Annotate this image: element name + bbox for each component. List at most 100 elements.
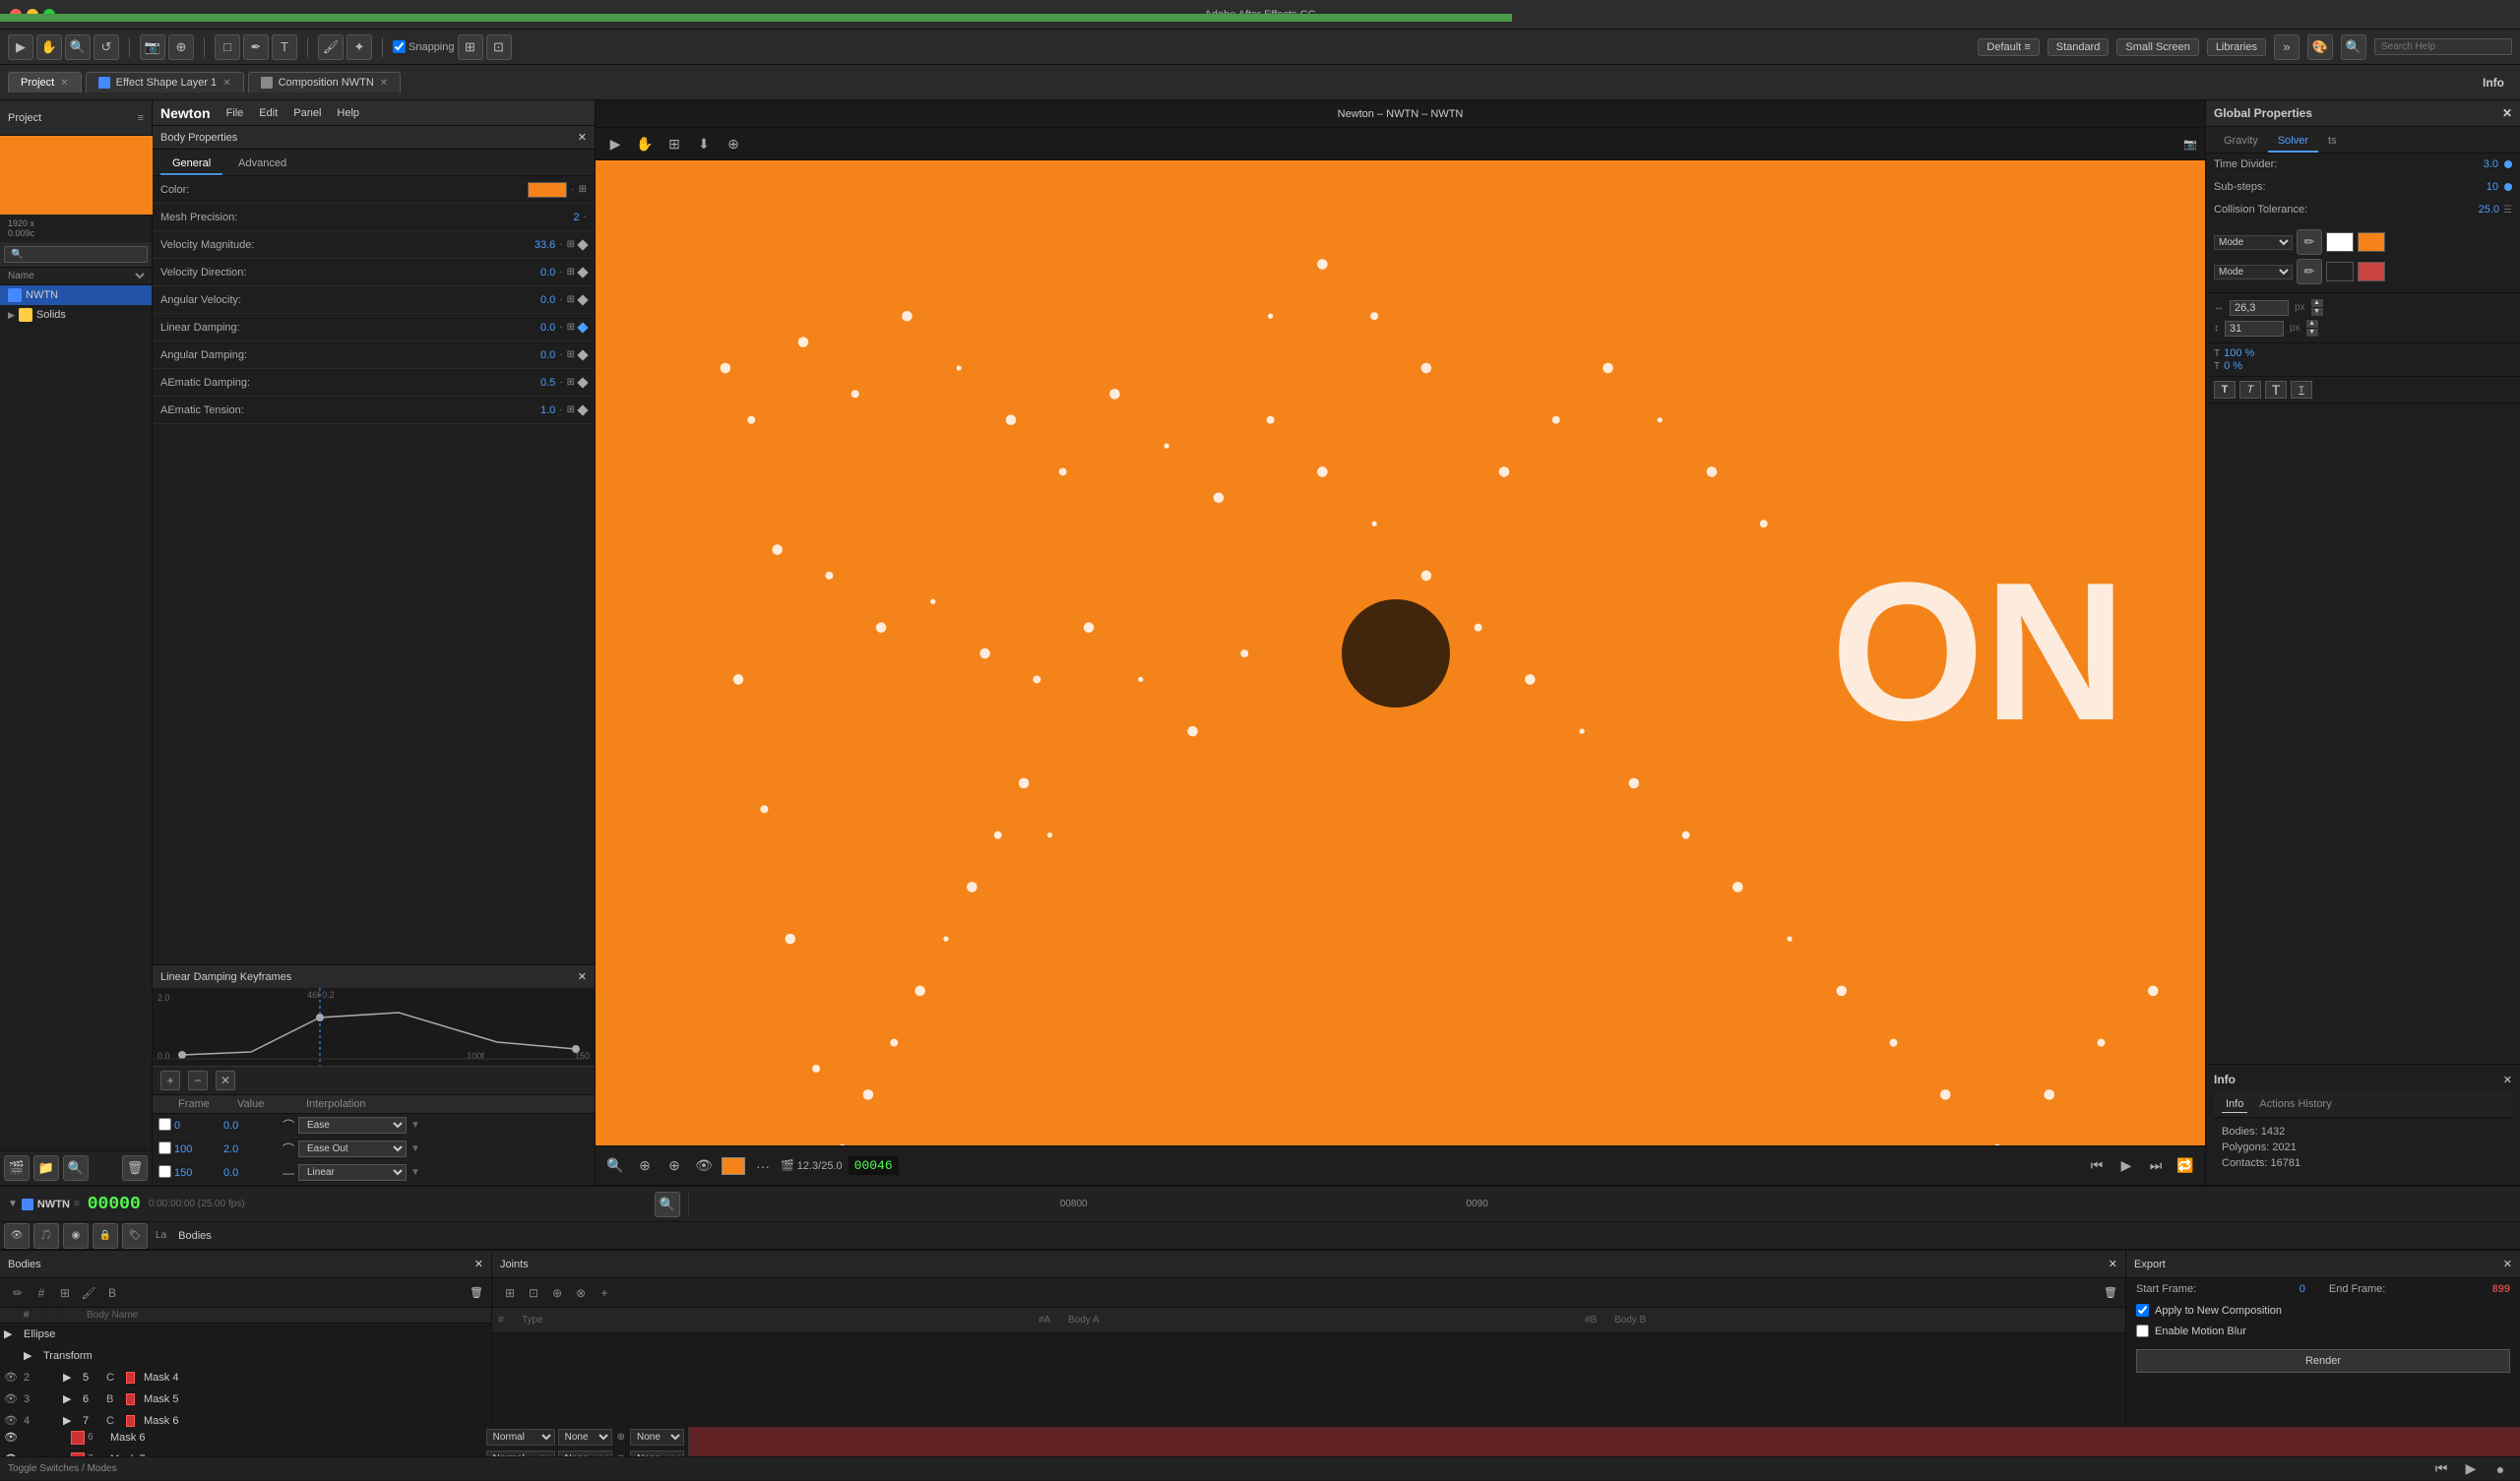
ang-vel-link[interactable]: ⊞: [567, 294, 575, 305]
end-frame-value[interactable]: 899: [2492, 1283, 2510, 1295]
aemat-tens-link[interactable]: ⊞: [567, 404, 575, 415]
ang-vel-dot[interactable]: ·: [559, 294, 562, 305]
vel-dir-diamond[interactable]: [577, 267, 588, 278]
color-swatch[interactable]: [528, 182, 567, 198]
kf-add-button[interactable]: +: [160, 1071, 180, 1090]
ang-damp-value[interactable]: 0.0: [496, 349, 555, 361]
tl-search-button[interactable]: 🔍: [655, 1192, 680, 1217]
preset-standard[interactable]: Standard: [2048, 38, 2110, 56]
body-props-close[interactable]: ✕: [578, 131, 587, 144]
ang-damp-link[interactable]: ⊞: [567, 349, 575, 360]
joint-split-icon[interactable]: ⊡: [524, 1283, 543, 1303]
color-pencil-icon[interactable]: ✏: [2297, 229, 2322, 255]
view-down-button[interactable]: ⬇: [692, 132, 716, 155]
kf-check-2[interactable]: [153, 1163, 168, 1183]
newton-edit-menu[interactable]: Edit: [259, 107, 278, 119]
gp-substeps-dot[interactable]: [2504, 183, 2512, 191]
mesh-value[interactable]: 2: [521, 212, 580, 223]
info-tab-history[interactable]: Actions History: [2255, 1096, 2335, 1113]
lin-damp-value[interactable]: 0.0: [496, 322, 555, 334]
kf-frame-1[interactable]: 100: [168, 1142, 218, 1157]
goto-start-button[interactable]: ⏮: [2085, 1154, 2109, 1178]
advanced-tab[interactable]: Advanced: [226, 154, 298, 175]
body-transform-name[interactable]: Transform: [39, 1349, 491, 1363]
more-options[interactable]: »: [2274, 34, 2300, 60]
view-play-button[interactable]: ▶: [603, 132, 627, 155]
joint-type-icon[interactable]: ⊕: [547, 1283, 567, 1303]
view-grid-button[interactable]: ⊞: [662, 132, 686, 155]
body-eye-2[interactable]: 👁: [0, 1413, 20, 1427]
ang-vel-diamond[interactable]: [577, 294, 588, 305]
kf-frame-2[interactable]: 150: [168, 1165, 218, 1181]
aemat-damp-diamond[interactable]: [577, 377, 588, 388]
search-project-button[interactable]: 🔍: [63, 1155, 89, 1181]
percent-value-1[interactable]: 100 %: [2224, 347, 2254, 359]
text-large-T3[interactable]: T: [2265, 381, 2287, 399]
search-input[interactable]: [2374, 38, 2512, 55]
tl-play-begin-button[interactable]: ⏮: [2429, 1457, 2453, 1481]
kf-interp-select-0[interactable]: Ease Ease Out Linear: [298, 1117, 407, 1134]
newton-help-menu[interactable]: Help: [337, 107, 359, 119]
color-pencil-icon-2[interactable]: ✏: [2297, 259, 2322, 284]
orbit-tool-button[interactable]: ⊕: [168, 34, 194, 60]
white-swatch[interactable]: [2326, 232, 2354, 252]
joints-close[interactable]: ✕: [2109, 1258, 2117, 1270]
tree-item-solids[interactable]: ▶ Solids: [0, 305, 152, 325]
tl-new-layer-button[interactable]: 👁: [4, 1223, 30, 1249]
tl-work-area-bar[interactable]: [0, 14, 1512, 22]
vel-dir-link[interactable]: ⊞: [567, 267, 575, 278]
height-down[interactable]: ▼: [2306, 329, 2318, 337]
body-ellipse-expand[interactable]: ▶: [0, 1327, 20, 1341]
tl-timecode[interactable]: 00000: [88, 1195, 141, 1214]
zoom-out-icon[interactable]: 🔍: [603, 1154, 627, 1178]
red-swatch[interactable]: [2358, 262, 2385, 281]
play-button[interactable]: ▶: [2114, 1154, 2138, 1178]
lin-damp-diamond[interactable]: [577, 322, 588, 333]
aemat-damp-link[interactable]: ⊞: [567, 377, 575, 388]
tl-tag-button[interactable]: 🏷: [122, 1223, 148, 1249]
tl-play-button[interactable]: ▶: [2459, 1457, 2483, 1481]
hand-tool-button[interactable]: ✋: [36, 34, 62, 60]
render-button[interactable]: Render: [2136, 1349, 2510, 1373]
dots-icon[interactable]: ···: [751, 1154, 775, 1178]
body-ellipse-name[interactable]: Ellipse: [20, 1327, 491, 1341]
joint-trash-icon[interactable]: 🗑: [2104, 1286, 2117, 1299]
gravity-tab[interactable]: Gravity: [2214, 131, 2268, 153]
view-hand-button[interactable]: ✋: [633, 132, 657, 155]
aemat-tens-diamond[interactable]: [577, 404, 588, 415]
tab-effect-close[interactable]: ✕: [222, 78, 230, 89]
motion-blur-checkbox[interactable]: [2136, 1325, 2149, 1337]
tl-menu-icon[interactable]: ≡: [74, 1199, 80, 1209]
lin-damp-link[interactable]: ⊞: [567, 322, 575, 333]
brush-tool-button[interactable]: 🖌: [318, 34, 344, 60]
rect-tool-button[interactable]: □: [215, 34, 240, 60]
camera-tool-button[interactable]: 📷: [140, 34, 165, 60]
kf-expand-2[interactable]: ▼: [410, 1167, 420, 1178]
layer-none2-mask6[interactable]: None: [630, 1429, 684, 1446]
newton-panel-menu[interactable]: Panel: [293, 107, 321, 119]
gp-collision-value[interactable]: 25.0: [2460, 204, 2499, 216]
zoom-tool-button[interactable]: 🔍: [65, 34, 91, 60]
newton-file-menu[interactable]: File: [226, 107, 244, 119]
width-input[interactable]: [2230, 300, 2289, 316]
width-down[interactable]: ▼: [2311, 308, 2323, 316]
body-name-2[interactable]: Mask 6: [140, 1414, 491, 1428]
body-transform-expand[interactable]: ▶: [20, 1348, 39, 1363]
view-camera-icon[interactable]: 📷: [2183, 138, 2197, 151]
tab-project[interactable]: Project ✕: [8, 72, 82, 93]
eye-icon[interactable]: 👁: [692, 1154, 716, 1178]
tab-effect-layer[interactable]: Effect Shape Layer 1 ✕: [86, 72, 244, 93]
vel-mag-value[interactable]: 33.6: [496, 239, 555, 251]
preset-small-screen[interactable]: Small Screen: [2116, 38, 2198, 56]
project-menu-icon[interactable]: ≡: [138, 112, 144, 124]
start-frame-value[interactable]: 0: [2300, 1283, 2305, 1295]
body-eye-1[interactable]: 👁: [0, 1391, 20, 1406]
global-props-close[interactable]: ✕: [2502, 106, 2512, 120]
select-tool-button[interactable]: ▶: [8, 34, 33, 60]
gp-time-divider-value[interactable]: 3.0: [2459, 158, 2498, 170]
layer-name-mask6[interactable]: Mask 6: [110, 1432, 483, 1444]
lin-damp-dot[interactable]: ·: [559, 322, 562, 333]
body-brush-icon[interactable]: 🖌: [79, 1283, 98, 1303]
body-expand-2[interactable]: ▶: [59, 1413, 79, 1427]
layer-vis-mask6[interactable]: 👁: [4, 1431, 18, 1444]
